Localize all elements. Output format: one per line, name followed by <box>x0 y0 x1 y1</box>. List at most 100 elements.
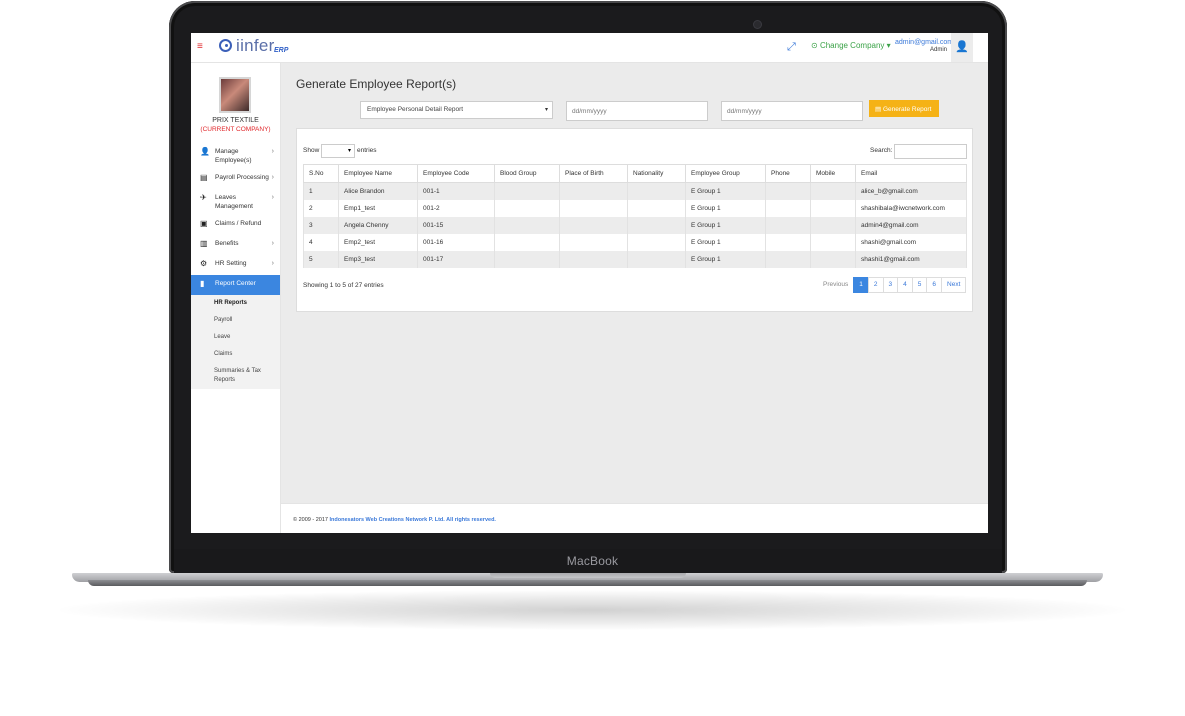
sidebar-item-report-center[interactable]: ▮ Report Center <box>191 275 280 295</box>
pagination-previous[interactable]: Previous <box>817 277 855 293</box>
footer-org-link[interactable]: Indonesators Web Creations Network P. Lt… <box>329 517 495 523</box>
caret-down-icon: ▾ <box>544 107 548 113</box>
table-cell <box>559 217 628 234</box>
gift-icon: ▥ <box>200 239 208 248</box>
table-cell <box>765 200 811 217</box>
column-header[interactable]: Employee Group <box>685 164 766 183</box>
column-header[interactable]: Employee Name <box>338 164 418 183</box>
table-cell <box>627 200 686 217</box>
table-cell: 001-15 <box>417 217 495 234</box>
sidebar-item-hr-setting[interactable]: ⚙ HR Setting › <box>191 255 280 275</box>
table-cell <box>810 200 856 217</box>
column-header[interactable]: Phone <box>765 164 811 183</box>
table-cell <box>494 182 560 200</box>
bar-chart-icon: ▮ <box>200 279 205 288</box>
sidebar-item-payroll-processing[interactable]: ▤ Payroll Processing › <box>191 169 280 189</box>
generate-report-label: Generate Report <box>882 106 932 113</box>
sidebar-item-label: Payroll Processing <box>215 174 269 181</box>
table-cell <box>494 251 560 268</box>
document-icon: ▤ <box>875 106 882 113</box>
page-title: Generate Employee Report(s) <box>296 77 457 91</box>
table-cell <box>559 200 628 217</box>
change-company-dropdown[interactable]: ⊙ Change Company ▾ <box>811 41 891 50</box>
sidebar: PRIX TEXTILE (CURRENT COMPANY) 👤 Manage … <box>191 63 281 533</box>
table-cell: Angela Chenny <box>338 217 418 234</box>
money-icon: ▣ <box>200 219 208 228</box>
pagination-page-6[interactable]: 6 <box>926 277 943 293</box>
chevron-right-icon: › <box>271 174 274 181</box>
pagination-page-3[interactable]: 3 <box>882 277 899 293</box>
gear-icon: ⚙ <box>200 259 208 268</box>
table-cell <box>559 251 628 268</box>
table-row: 4 Emp2_test 001-16 E Group 1 shashi@gmai… <box>303 234 967 251</box>
sidebar-item-manage-employees[interactable]: 👤 Manage Employee(s) › <box>191 143 280 169</box>
table-cell: shashi@gmail.com <box>855 234 967 251</box>
table-cell: 001-2 <box>417 200 495 217</box>
table-cell: Emp1_test <box>338 200 418 217</box>
entries-per-page-select[interactable]: ▾ <box>321 144 355 158</box>
chevron-right-icon: › <box>271 194 274 201</box>
pagination-page-5[interactable]: 5 <box>911 277 928 293</box>
table-cell: E Group 1 <box>685 251 766 268</box>
submenu-item-claims[interactable]: Claims <box>191 346 280 363</box>
submenu-item-leave[interactable]: Leave <box>191 329 280 346</box>
table-cell: E Group 1 <box>685 234 766 251</box>
payroll-icon: ▤ <box>200 173 208 182</box>
column-header[interactable]: Employee Code <box>417 164 495 183</box>
table-cell <box>494 234 560 251</box>
table-cell <box>627 234 686 251</box>
app-screen: ≡ iinfer ERP ⤢ ⊙ Change Company ▾ admin@… <box>191 33 988 533</box>
report-center-submenu: HR Reports Payroll Leave Claims Summarie… <box>191 295 280 389</box>
search-input[interactable] <box>894 144 967 159</box>
expand-icon[interactable]: ⤢ <box>787 41 796 54</box>
column-header[interactable]: Mobile <box>810 164 856 183</box>
sidebar-item-claims-refund[interactable]: ▣ Claims / Refund <box>191 215 280 235</box>
column-header[interactable]: Email <box>855 164 967 183</box>
generate-report-button[interactable]: ▤ Generate Report <box>869 100 939 117</box>
pagination-page-1[interactable]: 1 <box>853 277 869 293</box>
caret-down-icon: ▾ <box>886 41 891 50</box>
submenu-item-hr-reports[interactable]: HR Reports <box>191 295 280 312</box>
table-cell: Alice Brandon <box>338 182 418 200</box>
user-email[interactable]: admin@gmail.com <box>895 39 953 46</box>
table-cell: shashi1@gmail.com <box>855 251 967 268</box>
date-to-input[interactable] <box>721 101 863 121</box>
table-cell: Emp3_test <box>338 251 418 268</box>
date-from-input[interactable] <box>566 101 708 121</box>
table-cell: Emp2_test <box>338 234 418 251</box>
table-cell: E Group 1 <box>685 200 766 217</box>
user-role: Admin <box>929 47 947 53</box>
sidebar-item-leaves-management[interactable]: ✈ Leaves Management › <box>191 189 280 215</box>
hamburger-icon[interactable]: ≡ <box>197 42 203 52</box>
footer-copyright: © 2009 - 2017 <box>293 517 328 523</box>
pagination-page-2[interactable]: 2 <box>867 277 884 293</box>
top-bar: ≡ iinfer ERP ⤢ ⊙ Change Company ▾ admin@… <box>191 33 988 63</box>
sidebar-item-benefits[interactable]: ▥ Benefits › <box>191 235 280 255</box>
table-row: 5 Emp3_test 001-17 E Group 1 shashi1@gma… <box>303 251 967 268</box>
logo-ring-icon <box>219 39 232 52</box>
submenu-item-summaries-tax[interactable]: Summaries & Tax Reports <box>191 363 280 389</box>
chevron-right-icon: › <box>271 260 274 267</box>
table-cell: 001-1 <box>417 182 495 200</box>
column-header[interactable]: Blood Group <box>494 164 560 183</box>
column-header[interactable]: Place of Birth <box>559 164 628 183</box>
table-cell: admin4@gmail.com <box>855 217 967 234</box>
table-row: 3 Angela Chenny 001-15 E Group 1 admin4@… <box>303 217 967 234</box>
submenu-item-payroll[interactable]: Payroll <box>191 312 280 329</box>
table-cell <box>765 182 811 200</box>
user-icon: 👤 <box>200 147 210 156</box>
user-icon[interactable]: 👤 <box>951 33 973 62</box>
column-header[interactable]: S.No <box>303 164 339 183</box>
table-header-row: S.No Employee Name Employee Code Blood G… <box>303 164 967 183</box>
table-row: 1 Alice Brandon 001-1 E Group 1 alice_b@… <box>303 182 967 200</box>
camera-icon <box>754 21 761 28</box>
pagination-next[interactable]: Next <box>941 277 967 293</box>
chevron-right-icon: › <box>271 148 274 155</box>
table-cell: 001-16 <box>417 234 495 251</box>
company-tag: (CURRENT COMPANY) <box>200 126 271 133</box>
report-type-select[interactable]: Employee Personal Detail Report ▾ <box>360 101 553 119</box>
pagination-page-4[interactable]: 4 <box>897 277 913 293</box>
sidebar-item-label: Benefits <box>215 240 239 247</box>
column-header[interactable]: Nationality <box>627 164 686 183</box>
table-cell: 1 <box>303 182 339 200</box>
